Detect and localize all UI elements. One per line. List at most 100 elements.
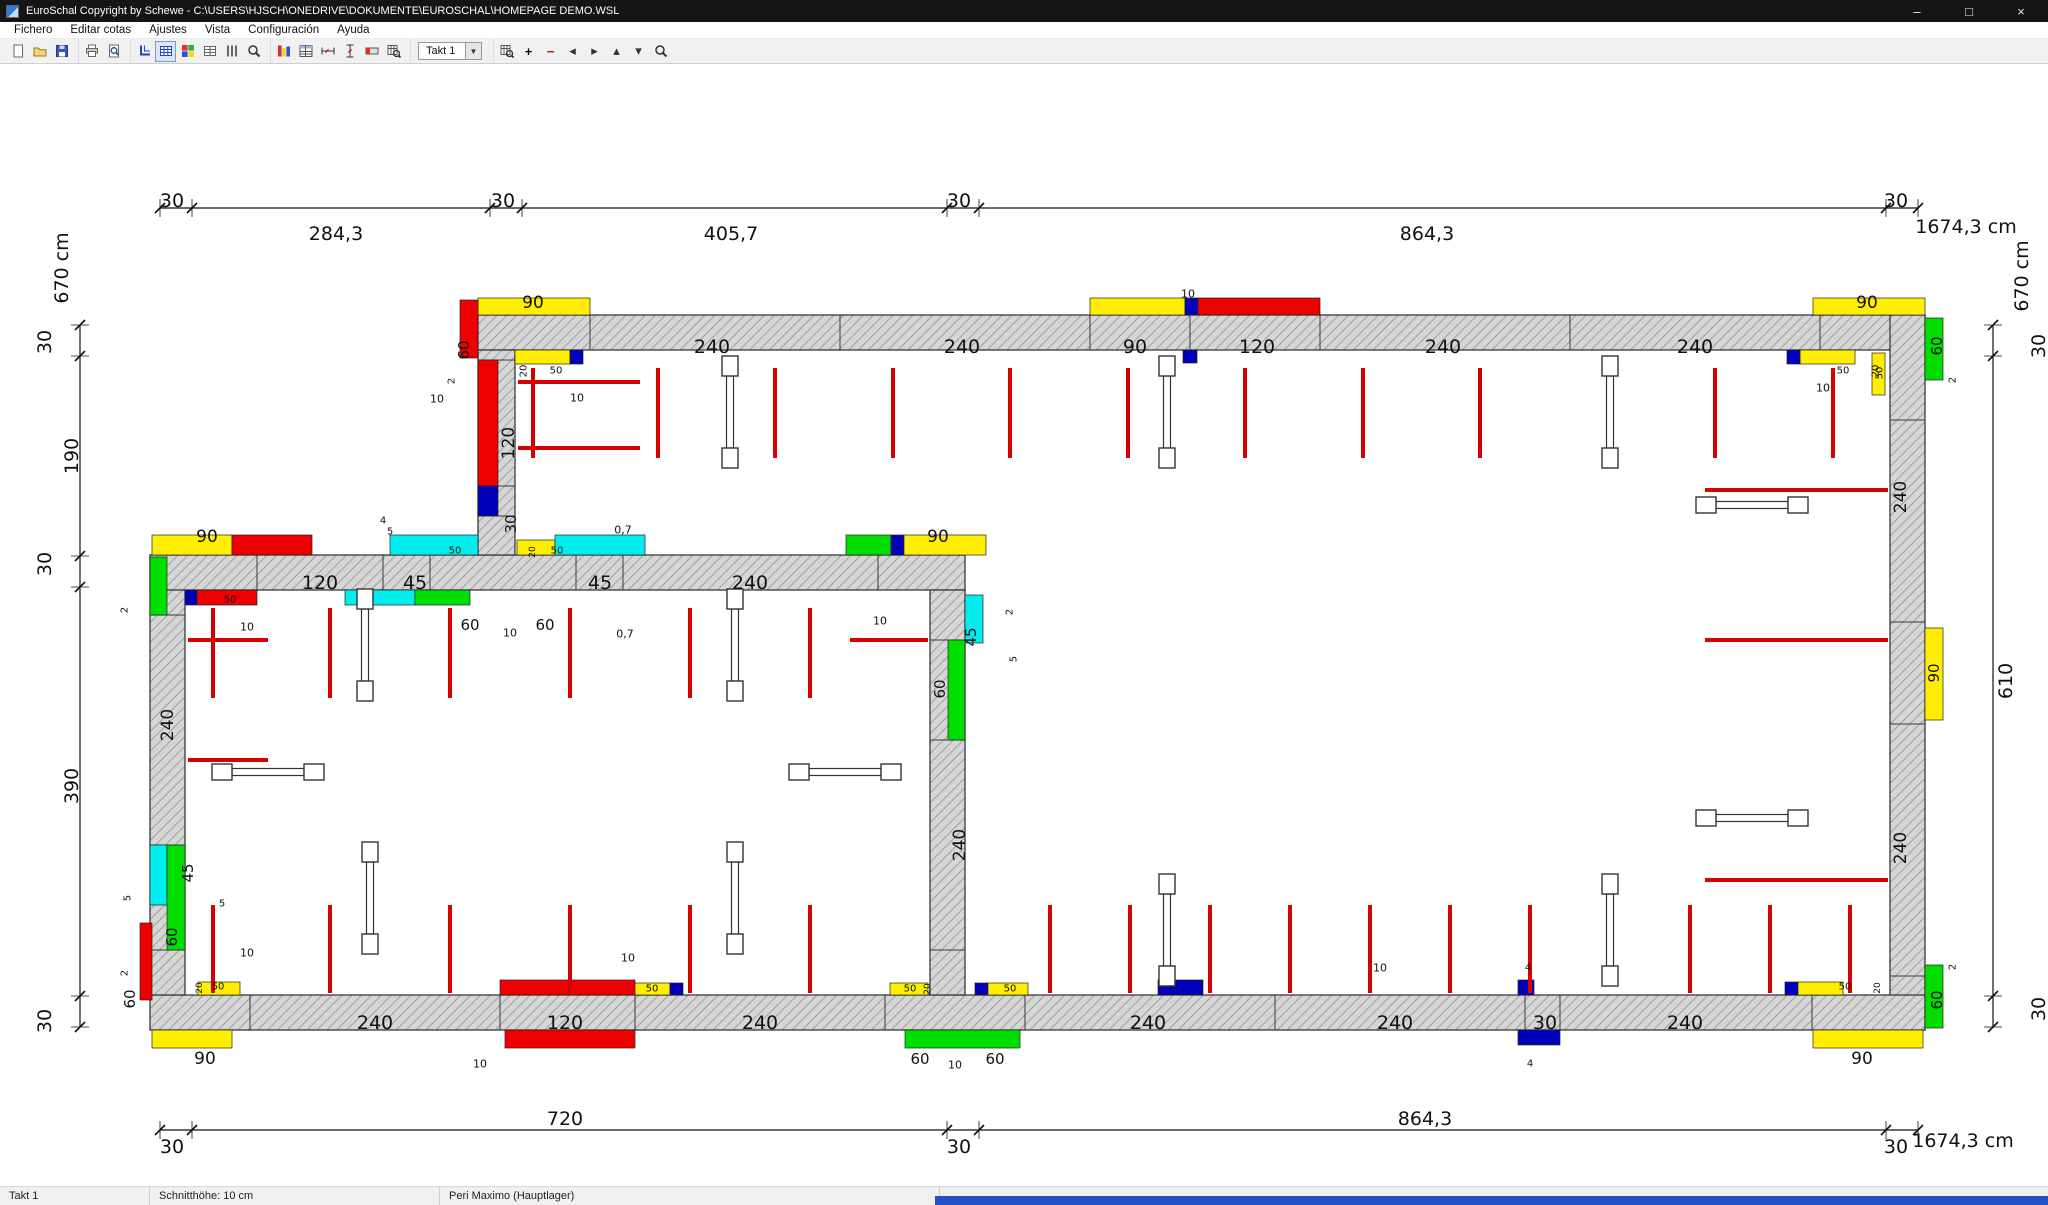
formwork-panel[interactable] bbox=[1813, 1030, 1923, 1048]
pan-left-button[interactable]: ◂ bbox=[562, 41, 583, 62]
plan-label: 90 bbox=[1851, 1049, 1873, 1069]
plan-label: 30 bbox=[34, 330, 56, 354]
formwork-panel[interactable] bbox=[500, 980, 635, 995]
plan-label: 240 bbox=[694, 336, 730, 358]
menu-item-vista[interactable]: Vista bbox=[196, 23, 239, 37]
brace-symbol bbox=[1602, 874, 1618, 986]
formwork-panel[interactable] bbox=[555, 535, 645, 555]
plan-label: 120 bbox=[547, 1012, 583, 1034]
plan-label: 30 bbox=[947, 190, 971, 212]
wall[interactable] bbox=[150, 995, 1925, 1030]
chevron-down-icon[interactable]: ▼ bbox=[465, 43, 481, 59]
window-controls: – □ × bbox=[1906, 4, 2032, 19]
plan-label: 60 bbox=[121, 989, 139, 1008]
plan-label: 120 bbox=[302, 572, 338, 594]
open-file-button[interactable] bbox=[29, 41, 50, 62]
close-button[interactable]: × bbox=[2010, 4, 2032, 19]
takt-colors-button[interactable] bbox=[273, 41, 294, 62]
grid-view-button[interactable] bbox=[199, 41, 220, 62]
formwork-panel[interactable] bbox=[905, 1030, 1020, 1048]
formwork-panel[interactable] bbox=[478, 486, 498, 516]
formwork-panel[interactable] bbox=[150, 557, 167, 615]
menu-item-ayuda[interactable]: Ayuda bbox=[328, 23, 378, 37]
formwork-panel[interactable] bbox=[975, 983, 988, 995]
formwork-panel[interactable] bbox=[232, 535, 312, 555]
plan-label: 240 bbox=[1377, 1012, 1413, 1034]
plan-label: 50 bbox=[904, 984, 917, 995]
status-takt: Takt 1 bbox=[0, 1187, 150, 1205]
formwork-panel[interactable] bbox=[1183, 350, 1197, 363]
formwork-panel[interactable] bbox=[152, 1030, 232, 1048]
formwork-panel[interactable] bbox=[1798, 982, 1843, 995]
zoom-in-button[interactable]: + bbox=[518, 41, 539, 62]
floor-plan[interactable]: 30284,330405,730864,3301674,3 cm720864,3… bbox=[0, 64, 2048, 1186]
wall[interactable] bbox=[150, 555, 965, 590]
grid-zoom-button[interactable] bbox=[383, 41, 404, 62]
print-preview-button[interactable] bbox=[103, 41, 124, 62]
takt-selector[interactable]: Takt 1▼ bbox=[418, 42, 482, 60]
menu-item-configuraci-n[interactable]: Configuración bbox=[239, 23, 328, 37]
pan-right-button[interactable]: ▸ bbox=[584, 41, 605, 62]
dimension-v-button[interactable] bbox=[339, 41, 360, 62]
formwork-panel[interactable] bbox=[185, 590, 197, 605]
plan-label: 2 bbox=[120, 970, 131, 976]
plan-label: 2 bbox=[447, 378, 458, 384]
formwork-panel[interactable] bbox=[1787, 350, 1800, 364]
plan-label: 5 bbox=[219, 899, 225, 910]
menu-item-fichero[interactable]: Fichero bbox=[5, 23, 61, 37]
plan-label: 30 bbox=[160, 190, 184, 212]
minimize-button[interactable]: – bbox=[1906, 4, 1928, 19]
brace-symbol bbox=[722, 356, 738, 468]
corner-view-button[interactable] bbox=[133, 41, 154, 62]
plan-label: 30 bbox=[1884, 190, 1908, 212]
formwork-panel[interactable] bbox=[1785, 982, 1798, 995]
drawing-canvas[interactable]: 30284,330405,730864,3301674,3 cm720864,3… bbox=[0, 64, 2048, 1186]
formwork-panel[interactable] bbox=[152, 535, 232, 555]
plan-label: 120 bbox=[1239, 336, 1275, 358]
plan-label: 2 bbox=[120, 607, 131, 613]
toolbar-group bbox=[271, 39, 411, 63]
pan-down-button[interactable]: ▾ bbox=[628, 41, 649, 62]
formwork-panel[interactable] bbox=[515, 350, 570, 364]
menu-item-ajustes[interactable]: Ajustes bbox=[140, 23, 196, 37]
formwork-panel[interactable] bbox=[570, 350, 583, 364]
color-squares-icon bbox=[180, 43, 196, 59]
takt-table-button[interactable] bbox=[295, 41, 316, 62]
formwork-panel[interactable] bbox=[1185, 298, 1198, 315]
plan-label: 60 bbox=[163, 927, 181, 946]
plan-label: 240 bbox=[1667, 1012, 1703, 1034]
formwork-panel[interactable] bbox=[1090, 298, 1185, 315]
plan-label: 610 bbox=[1995, 663, 2017, 699]
formwork-panel[interactable] bbox=[140, 923, 152, 1000]
wall-segment-button[interactable] bbox=[361, 41, 382, 62]
plan-label: 240 bbox=[950, 829, 970, 861]
formwork-panel[interactable] bbox=[948, 640, 965, 740]
toolbar-group: +−◂▸▴▾ bbox=[494, 39, 677, 63]
pan-up-button[interactable]: ▴ bbox=[606, 41, 627, 62]
menu-item-editar-cotas[interactable]: Editar cotas bbox=[61, 23, 140, 37]
formwork-panel[interactable] bbox=[390, 535, 478, 555]
maximize-button[interactable]: □ bbox=[1958, 4, 1980, 19]
wall-axes-button[interactable] bbox=[221, 41, 242, 62]
wall[interactable] bbox=[1890, 315, 1925, 1030]
formwork-view-button[interactable] bbox=[155, 41, 176, 62]
zoom-out-button[interactable]: − bbox=[540, 41, 561, 62]
plan-label: 240 bbox=[158, 709, 178, 741]
formwork-panel[interactable] bbox=[670, 983, 683, 995]
color-legend-button[interactable] bbox=[177, 41, 198, 62]
zoom-tool-button[interactable] bbox=[243, 41, 264, 62]
zoom-window-button[interactable] bbox=[496, 41, 517, 62]
new-document-button[interactable] bbox=[7, 41, 28, 62]
formwork-panel[interactable] bbox=[891, 535, 904, 555]
print-button[interactable] bbox=[81, 41, 102, 62]
brace-symbol bbox=[727, 842, 743, 954]
zoom-all-button[interactable] bbox=[650, 41, 671, 62]
formwork-panel[interactable] bbox=[1198, 298, 1320, 315]
save-button[interactable] bbox=[51, 41, 72, 62]
formwork-panel[interactable] bbox=[846, 535, 891, 555]
dimension-h-button[interactable] bbox=[317, 41, 338, 62]
formwork-panel[interactable] bbox=[150, 845, 167, 905]
formwork-panel[interactable] bbox=[1800, 350, 1855, 364]
formwork-panel[interactable] bbox=[478, 360, 498, 486]
brace-symbol bbox=[1159, 874, 1175, 986]
